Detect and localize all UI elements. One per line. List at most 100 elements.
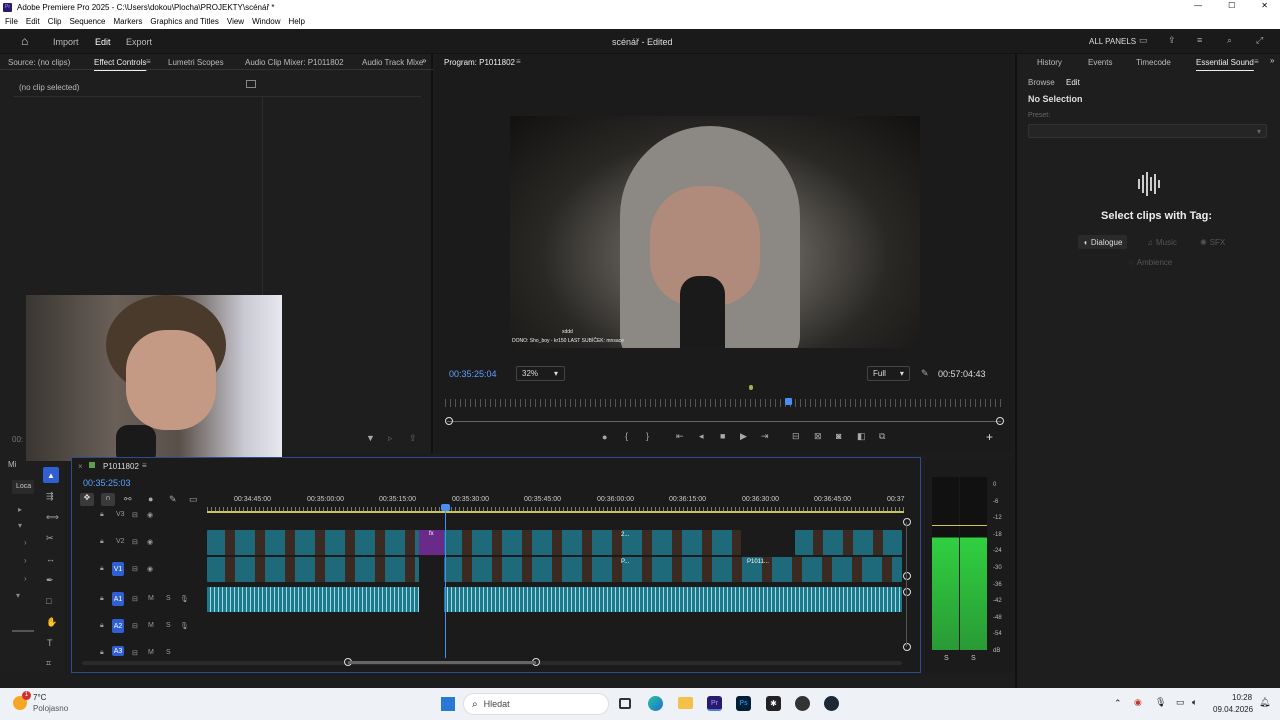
vr-icon[interactable]: ⧉ <box>879 431 885 442</box>
app-tray-icon[interactable]: ◉ <box>1134 697 1142 708</box>
snap-toggle-icon[interactable]: ∩ <box>101 493 115 506</box>
menu-file[interactable]: File <box>5 17 18 26</box>
weather-desc[interactable]: Polojasno <box>33 704 68 713</box>
tab-timecode[interactable]: Timecode <box>1136 58 1171 67</box>
caption-tool-icon[interactable]: ⌗ <box>46 658 51 669</box>
windows-start-icon[interactable] <box>441 697 455 711</box>
search-box[interactable]: ⌕ Hledat <box>463 693 609 715</box>
expand-arrow-icon[interactable]: › <box>24 556 27 565</box>
vertical-scrollbar[interactable] <box>906 522 907 647</box>
edge-icon[interactable] <box>648 696 663 711</box>
weather-temp[interactable]: 7°C <box>33 693 46 702</box>
more-tabs-icon[interactable]: » <box>1270 56 1274 65</box>
toggle-sync-icon[interactable]: ⊟ <box>132 538 138 546</box>
expand-arrow-icon[interactable]: › <box>24 574 27 583</box>
play-icon[interactable]: ▶ <box>740 431 747 442</box>
menu-clip[interactable]: Clip <box>48 17 62 26</box>
eye-icon[interactable]: ◉ <box>147 511 153 519</box>
menu-graphics[interactable]: Graphics and Titles <box>150 17 218 26</box>
preset-select[interactable]: ▾ <box>1028 124 1267 138</box>
toggle-sync-icon[interactable]: ⊟ <box>132 649 138 657</box>
stop-icon[interactable]: ■ <box>720 431 725 441</box>
solo-button[interactable]: S <box>166 649 171 656</box>
home-icon[interactable]: ⌂ <box>21 34 28 48</box>
settings-wrench-icon[interactable]: ✎ <box>921 368 929 379</box>
expand-arrow-icon[interactable]: ▾ <box>18 521 22 530</box>
tab-audio-clip-mixer[interactable]: Audio Clip Mixer: P1011802 <box>245 58 344 67</box>
pen-tool-icon[interactable]: ✒ <box>46 575 54 586</box>
comparison-icon[interactable]: ◧ <box>857 431 866 442</box>
tab-sequence[interactable]: P1011802 <box>103 462 139 471</box>
track-label-a1[interactable]: A1 <box>112 592 124 606</box>
zoom-slider[interactable] <box>12 630 34 632</box>
eye-icon[interactable]: ◉ <box>147 538 153 546</box>
nested-clip[interactable]: fx <box>419 530 444 555</box>
close-button[interactable]: ✕ <box>1261 1 1268 10</box>
playhead-handle[interactable] <box>441 504 450 511</box>
track-label-a3[interactable]: A3 <box>112 646 124 656</box>
panel-menu-icon[interactable]: ≡ <box>142 461 147 470</box>
scroll-handle-right[interactable] <box>996 417 1004 425</box>
tab-lumetri-scopes[interactable]: Lumetri Scopes <box>168 58 224 67</box>
mic-icon[interactable]: 🎙︎ <box>1155 697 1166 708</box>
extract-icon[interactable]: ⊠ <box>814 431 822 442</box>
search-icon[interactable]: ⌕ <box>1227 35 1232 46</box>
menu-window[interactable]: Window <box>252 17 280 26</box>
camera-icon[interactable]: ◙ <box>836 431 841 441</box>
panel-menu-icon[interactable]: ≡ <box>1254 57 1259 66</box>
a1-audio-clip[interactable] <box>444 587 902 612</box>
clock-date[interactable]: 09.04.2026 <box>1213 705 1253 714</box>
mark-out-icon[interactable]: } <box>646 431 649 441</box>
solo-right-button[interactable]: S <box>971 655 976 662</box>
steam-icon[interactable] <box>824 696 839 711</box>
timeline-settings-icon[interactable]: ✎ <box>169 494 177 505</box>
mark-in-icon[interactable]: { <box>625 431 628 441</box>
menu-sequence[interactable]: Sequence <box>69 17 105 26</box>
timeline-end-handle[interactable] <box>903 518 911 526</box>
timeline-view-icon[interactable] <box>246 80 256 88</box>
quality-select[interactable]: Full ▾ <box>867 366 910 381</box>
tab-history[interactable]: History <box>1037 58 1062 67</box>
lock-icon[interactable]: 🔒︎ <box>100 649 104 657</box>
network-icon[interactable]: ▭ <box>1176 697 1185 708</box>
v2-clips[interactable] <box>795 530 902 555</box>
captions-icon[interactable]: ▭ <box>189 494 198 505</box>
tag-sfx[interactable]: ✺ SFX <box>1195 235 1230 249</box>
timeline-timecode[interactable]: 00:35:25:03 <box>83 478 131 488</box>
expand-arrow-icon[interactable]: ▾ <box>16 591 20 600</box>
add-marker-icon[interactable]: ● <box>602 432 607 442</box>
go-to-out-icon[interactable]: ⇥ <box>761 431 769 442</box>
scroll-handle-left[interactable] <box>445 417 453 425</box>
step-back-icon[interactable]: ◂ <box>699 431 704 442</box>
filter-icon[interactable]: ▼ <box>366 433 375 443</box>
playhead-marker[interactable] <box>785 398 792 405</box>
work-area-bar[interactable] <box>207 511 904 513</box>
tab-program[interactable]: Program: P1011802 <box>444 58 515 67</box>
nav-export[interactable]: Export <box>126 37 152 47</box>
tab-source[interactable]: Source: (no clips) <box>8 58 70 67</box>
linked-selection-icon[interactable]: ⚯ <box>124 494 132 505</box>
menu-help[interactable]: Help <box>289 17 305 26</box>
program-ruler[interactable] <box>445 399 1003 407</box>
premiere-icon[interactable]: Pr <box>707 696 722 711</box>
timeline-end-handle[interactable] <box>903 643 911 651</box>
track-label-v1[interactable]: V1 <box>112 562 124 576</box>
solo-button[interactable]: S <box>166 595 171 602</box>
clip-area[interactable]: fx 2... P... P1011... <box>207 516 902 656</box>
slip-tool-icon[interactable]: ↔ <box>46 554 55 564</box>
type-tool-icon[interactable]: T <box>47 638 53 648</box>
lock-icon[interactable]: 🔒︎ <box>100 565 104 573</box>
chevron-up-icon[interactable]: ⌃ <box>1114 698 1122 709</box>
notifications-icon[interactable]: 🔔︎ <box>1259 697 1270 708</box>
track-label-a2[interactable]: A2 <box>112 619 124 633</box>
mute-button[interactable]: M <box>148 595 154 602</box>
minimize-button[interactable]: — <box>1194 1 1202 10</box>
v2-clips[interactable] <box>207 530 419 555</box>
export-icon[interactable]: ⇪ <box>409 433 417 444</box>
ripple-edit-tool-icon[interactable]: ⟺ <box>46 512 59 523</box>
close-tab-icon[interactable]: × <box>78 462 83 471</box>
program-timecode[interactable]: 00:35:25:04 <box>449 369 497 379</box>
mic-icon[interactable]: 🎙︎ <box>180 595 189 603</box>
tag-music[interactable]: ♫ Music <box>1142 235 1182 249</box>
volume-icon[interactable]: 🔈︎ <box>1192 697 1197 708</box>
